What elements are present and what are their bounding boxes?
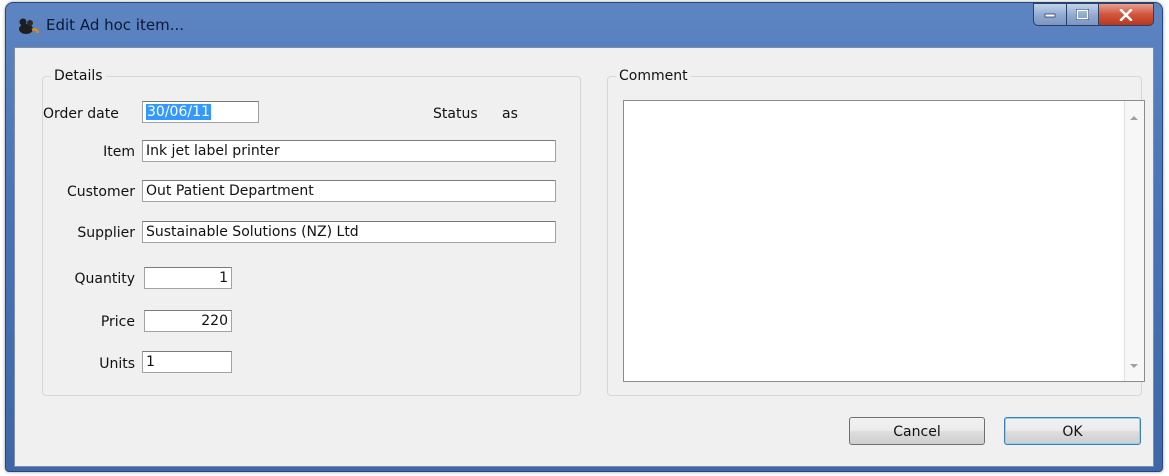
price-field[interactable]: 220 [144,310,232,332]
cancel-button[interactable]: Cancel [849,417,985,445]
status-label: Status [433,106,478,122]
units-label: Units [99,356,135,372]
maximize-button[interactable] [1066,3,1098,26]
comment-group-label: Comment [616,67,691,85]
order-date-value: 30/06/11 [146,104,211,120]
scroll-down-arrow-icon[interactable] [1130,364,1138,368]
item-label: Item [103,144,135,160]
window-title: Edit Ad hoc item... [46,16,184,34]
comment-scrollbar[interactable] [1124,101,1144,381]
quantity-field[interactable]: 1 [144,267,232,289]
mouse-app-icon [19,18,39,34]
scroll-up-arrow-icon[interactable] [1130,116,1138,120]
close-icon [1119,8,1133,21]
order-date-label: Order date [43,106,119,122]
comment-textarea[interactable] [623,100,1145,382]
units-field[interactable]: 1 [142,351,232,373]
customer-field[interactable]: Out Patient Department [142,180,556,202]
details-group-label: Details [51,67,106,85]
supplier-label: Supplier [77,225,135,241]
ok-button[interactable]: OK [1004,417,1141,445]
minimize-button[interactable] [1033,3,1066,26]
supplier-field[interactable]: Sustainable Solutions (NZ) Ltd [142,221,556,243]
dialog-window: Edit Ad hoc item... Details Order date 3… [5,2,1163,472]
minimize-icon [1044,13,1056,17]
dialog-body: Details Order date 30/06/11 Status as It… [14,47,1154,467]
customer-label: Customer [66,184,135,200]
title-bar[interactable]: Edit Ad hoc item... [6,3,1162,47]
item-field[interactable]: Ink jet label printer [142,140,556,162]
price-label: Price [100,314,135,330]
window-controls [1033,3,1154,27]
maximize-icon [1076,9,1089,20]
quantity-label: Quantity [74,271,136,287]
status-value: as [502,106,518,122]
close-button[interactable] [1098,3,1154,26]
order-date-field[interactable]: 30/06/11 [142,101,259,123]
